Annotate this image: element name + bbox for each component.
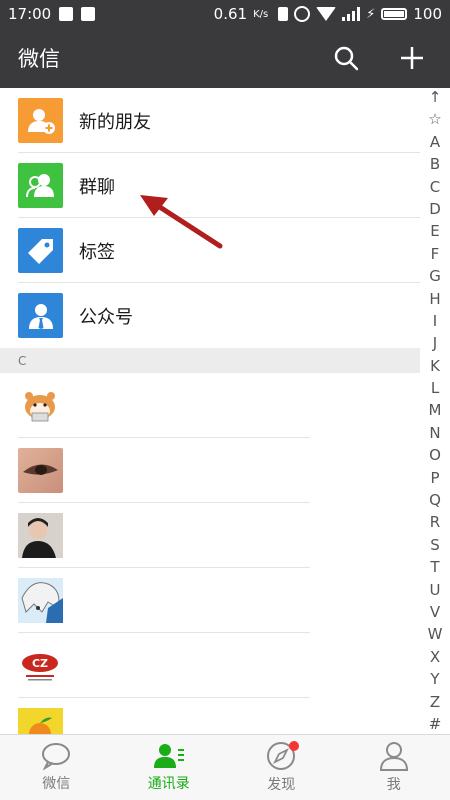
official-account-icon <box>18 293 63 338</box>
contact-row[interactable] <box>0 568 420 633</box>
notification-badge <box>289 741 299 751</box>
index-letter[interactable]: R <box>430 515 440 530</box>
index-letter[interactable]: A <box>430 134 440 150</box>
index-letter[interactable]: W <box>428 627 443 642</box>
index-letter[interactable]: Q <box>429 493 441 508</box>
net-speed-unit: K/s <box>253 8 269 20</box>
person-photo-avatar <box>18 513 63 558</box>
index-letter[interactable]: D <box>429 201 441 217</box>
tab-label: 我 <box>386 777 401 793</box>
alphabet-index[interactable]: ↑ ☆ A B C D E F G H I J K L M N O P Q R S T U V W X Y Z # <box>420 88 450 734</box>
contacts-icon <box>153 744 184 768</box>
page-title: 微信 <box>18 47 60 71</box>
charging-icon: ⚡ <box>366 6 376 22</box>
tab-contacts[interactable]: 通讯录 <box>113 735 226 800</box>
add-friend-icon <box>18 98 63 143</box>
index-letter[interactable]: V <box>430 604 440 620</box>
chat-bubble-icon <box>42 743 71 770</box>
contacts-list[interactable]: 新的朋友 群聊 标签 公众号 C CZ <box>0 88 420 763</box>
tab-label: 微信 <box>42 776 71 792</box>
add-button[interactable] <box>392 38 432 78</box>
index-letter[interactable]: L <box>431 381 439 396</box>
contact-row[interactable] <box>0 373 420 438</box>
search-icon <box>334 46 359 71</box>
clock: 17:00 <box>8 5 52 23</box>
index-letter[interactable]: Y <box>430 672 439 687</box>
anime-avatar <box>18 578 63 623</box>
status-bar: 17:00 0.61 K/s ⚡ 100 <box>0 0 450 28</box>
official-accounts-label: 公众号 <box>79 306 133 328</box>
official-accounts-item[interactable]: 公众号 <box>0 283 420 348</box>
section-letter: C <box>18 353 27 368</box>
index-letter[interactable]: ↑ <box>429 90 442 105</box>
index-letter[interactable]: F <box>431 246 440 262</box>
net-speed: 0.61 <box>213 5 248 23</box>
app-bar: 微信 <box>0 28 450 88</box>
index-letter[interactable]: # <box>429 716 442 732</box>
index-letter[interactable]: G <box>429 269 441 284</box>
wifi-icon <box>316 7 337 21</box>
contact-row[interactable] <box>0 438 420 503</box>
index-letter[interactable]: ☆ <box>428 112 441 127</box>
vibrate-icon <box>278 7 289 21</box>
person-icon <box>379 742 408 771</box>
eye-makeup-avatar <box>18 448 63 493</box>
index-letter[interactable]: T <box>430 560 439 575</box>
plus-icon <box>401 47 423 69</box>
notification-icon <box>59 7 74 21</box>
group-chat-label: 群聊 <box>79 176 115 198</box>
tab-chats[interactable]: 微信 <box>0 735 113 800</box>
new-friends-item[interactable]: 新的朋友 <box>0 88 420 153</box>
index-letter[interactable]: C <box>430 179 440 195</box>
index-letter[interactable]: N <box>429 425 440 441</box>
battery-icon <box>381 8 408 20</box>
hamster-avatar <box>18 383 63 428</box>
image-notification-icon <box>81 7 96 21</box>
svg-text:CZ: CZ <box>32 657 48 670</box>
new-friends-label: 新的朋友 <box>79 111 151 133</box>
index-letter[interactable]: P <box>430 470 439 486</box>
bottom-tab-bar: 微信 通讯录 发现 我 <box>0 734 450 800</box>
index-letter[interactable]: J <box>433 336 437 351</box>
battery-level: 100 <box>413 5 442 23</box>
contact-row[interactable]: CZ <box>0 633 420 698</box>
index-letter[interactable]: Z <box>430 694 440 710</box>
tags-label: 标签 <box>79 241 115 263</box>
index-letter[interactable]: X <box>430 649 440 665</box>
index-letter[interactable]: K <box>430 358 440 374</box>
tab-me[interactable]: 我 <box>338 735 450 800</box>
group-icon <box>18 163 63 208</box>
tag-icon <box>18 228 63 273</box>
index-letter[interactable]: E <box>430 224 439 239</box>
index-letter[interactable]: I <box>433 313 437 329</box>
annotation-arrow <box>140 195 223 249</box>
index-letter[interactable]: U <box>430 582 441 598</box>
section-header-c: C <box>0 348 420 373</box>
logo-avatar: CZ <box>18 643 63 688</box>
contact-row[interactable] <box>0 503 420 568</box>
index-letter[interactable]: H <box>429 291 440 307</box>
index-letter[interactable]: B <box>430 157 440 172</box>
tab-label: 通讯录 <box>147 776 190 792</box>
tab-label: 发现 <box>267 777 296 793</box>
search-button[interactable] <box>326 38 366 78</box>
alarm-icon <box>294 6 311 22</box>
index-letter[interactable]: O <box>429 448 441 463</box>
signal-icon <box>342 7 361 21</box>
index-letter[interactable]: M <box>429 403 442 418</box>
tab-discover[interactable]: 发现 <box>225 735 338 800</box>
index-letter[interactable]: S <box>430 537 440 553</box>
